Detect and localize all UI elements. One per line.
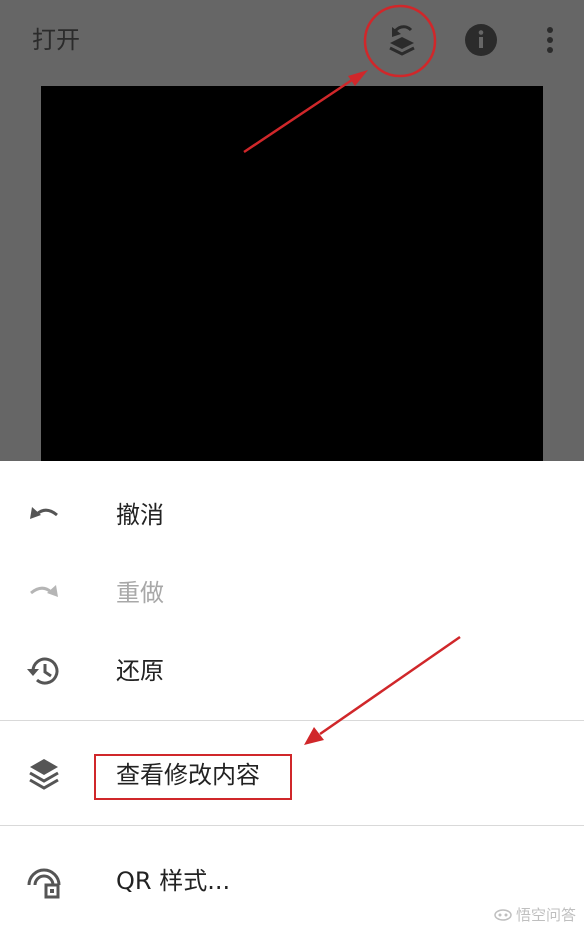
watermark: 悟空问答 — [494, 904, 576, 925]
watermark-text: 悟空问答 — [515, 906, 576, 924]
info-icon[interactable] — [459, 18, 503, 62]
bottom-sheet-menu: 撤消 重做 还原 查看修改内容 QR 样式... — [0, 461, 584, 929]
menu-item-restore[interactable]: 还原 — [0, 635, 584, 707]
menu-item-undo[interactable]: 撤消 — [0, 479, 584, 551]
annotation-highlight-box — [94, 754, 292, 800]
image-canvas — [41, 86, 543, 461]
menu-divider — [0, 825, 584, 826]
menu-divider — [0, 720, 584, 721]
open-button[interactable]: 打开 — [32, 24, 80, 56]
watermark-logo-icon — [494, 908, 512, 921]
qr-style-icon — [27, 868, 61, 899]
menu-label-qr-style: QR 样式... — [116, 867, 231, 895]
menu-label-restore: 还原 — [116, 657, 164, 685]
restore-history-icon — [27, 657, 59, 685]
redo-icon — [30, 585, 58, 597]
layers-undo-icon[interactable] — [380, 18, 424, 62]
menu-item-view-edits[interactable]: 查看修改内容 — [0, 739, 584, 811]
top-app-bar: 打开 — [0, 0, 584, 86]
layers-icon — [29, 759, 59, 790]
undo-icon — [30, 507, 58, 519]
menu-label-redo: 重做 — [116, 579, 164, 607]
more-vert-icon[interactable] — [528, 18, 572, 62]
menu-label-undo: 撤消 — [116, 501, 164, 529]
menu-item-redo[interactable]: 重做 — [0, 557, 584, 629]
